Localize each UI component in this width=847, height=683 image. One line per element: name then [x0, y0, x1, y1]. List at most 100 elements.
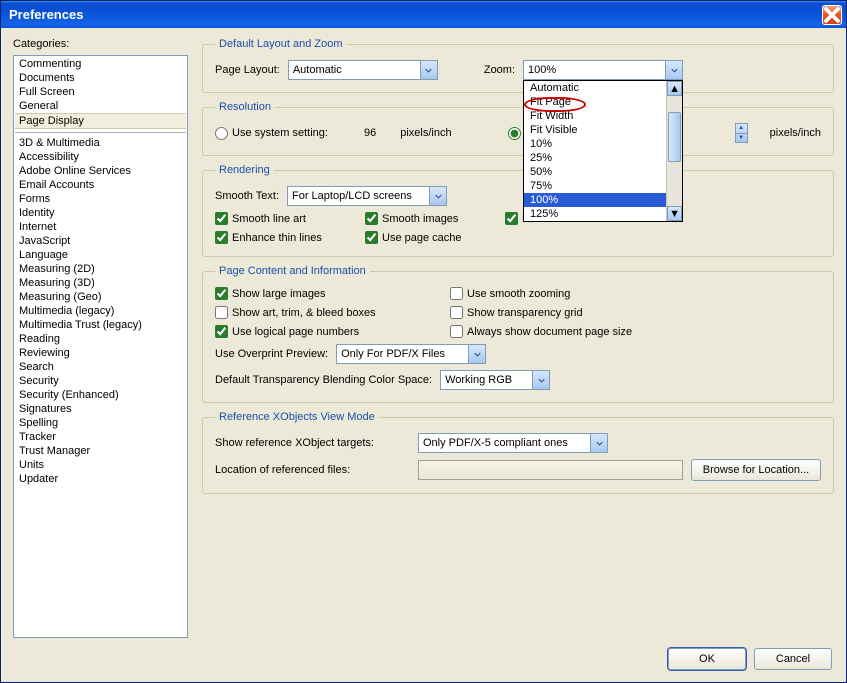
zoom-option[interactable]: Fit Page	[524, 95, 666, 109]
category-item[interactable]: Multimedia (legacy)	[15, 304, 186, 318]
category-item[interactable]: Accessibility	[15, 150, 186, 164]
blend-space-label: Default Transparency Blending Color Spac…	[215, 374, 432, 386]
category-item[interactable]: Full Screen	[15, 85, 186, 99]
xobject-targets-combo[interactable]: Only PDF/X-5 compliant ones	[418, 433, 608, 453]
smooth-zooming-check[interactable]: Use smooth zooming	[450, 287, 570, 300]
smooth-images-check[interactable]: Smooth images	[365, 212, 505, 225]
categories-label: Categories:	[13, 38, 188, 50]
page-content-legend: Page Content and Information	[215, 265, 370, 277]
show-art-boxes-check[interactable]: Show art, trim, & bleed boxes	[215, 306, 450, 319]
cancel-button[interactable]: Cancel	[754, 648, 832, 670]
category-item[interactable]: Identity	[15, 206, 186, 220]
logical-page-numbers-check[interactable]: Use logical page numbers	[215, 325, 450, 338]
category-item[interactable]: Search	[15, 360, 186, 374]
xobject-targets-label: Show reference XObject targets:	[215, 437, 410, 449]
page-content-group: Page Content and Information Show large …	[202, 265, 834, 403]
zoom-option[interactable]: 100%	[524, 193, 666, 207]
category-item[interactable]: Adobe Online Services	[15, 164, 186, 178]
zoom-option[interactable]: Automatic	[524, 81, 666, 95]
zoom-dropdown[interactable]: AutomaticFit PageFit WidthFit Visible10%…	[523, 80, 683, 222]
transparency-grid-check[interactable]: Show transparency grid	[450, 306, 583, 319]
category-item[interactable]: Language	[15, 248, 186, 262]
category-item[interactable]: Spelling	[15, 416, 186, 430]
zoom-option[interactable]: Fit Width	[524, 109, 666, 123]
page-layout-combo[interactable]: Automatic	[288, 60, 438, 80]
chevron-down-icon	[468, 345, 485, 363]
categories-panel: Categories: CommentingDocumentsFull Scre…	[13, 38, 188, 638]
system-dpi-unit: pixels/inch	[400, 127, 451, 139]
enhance-thin-lines-check[interactable]: Enhance thin lines	[215, 231, 365, 244]
category-item[interactable]: Forms	[15, 192, 186, 206]
category-item[interactable]: Reading	[15, 332, 186, 346]
zoom-label: Zoom:	[484, 64, 515, 76]
category-item[interactable]: Page Display	[15, 113, 186, 129]
category-item[interactable]: Measuring (2D)	[15, 262, 186, 276]
referenced-files-label: Location of referenced files:	[215, 464, 410, 476]
show-large-images-check[interactable]: Show large images	[215, 287, 450, 300]
zoom-option[interactable]: 25%	[524, 151, 666, 165]
category-item[interactable]: Trust Manager	[15, 444, 186, 458]
category-item[interactable]: Measuring (Geo)	[15, 290, 186, 304]
category-item[interactable]: Email Accounts	[15, 178, 186, 192]
category-item[interactable]: Measuring (3D)	[15, 276, 186, 290]
smooth-line-art-check[interactable]: Smooth line art	[215, 212, 365, 225]
rendering-legend: Rendering	[215, 164, 274, 176]
zoom-combo[interactable]: 100%	[523, 60, 683, 80]
chevron-down-icon	[665, 61, 682, 79]
browse-location-button[interactable]: Browse for Location...	[691, 459, 821, 481]
categories-list[interactable]: CommentingDocumentsFull ScreenGeneralPag…	[13, 55, 188, 638]
use-system-radio[interactable]: Use system setting:	[215, 127, 328, 140]
category-item[interactable]: Security (Enhanced)	[15, 388, 186, 402]
page-layout-label: Page Layout:	[215, 64, 280, 76]
overprint-combo[interactable]: Only For PDF/X Files	[336, 344, 486, 364]
category-divider	[15, 132, 186, 133]
zoom-option[interactable]: 10%	[524, 137, 666, 151]
ok-button[interactable]: OK	[668, 648, 746, 670]
resolution-group: Resolution Use system setting: 96 pixels…	[202, 101, 834, 156]
custom-dpi-spinner[interactable]: ▲▼	[735, 123, 748, 143]
category-item[interactable]: JavaScript	[15, 234, 186, 248]
smooth-text-label: Smooth Text:	[215, 190, 279, 202]
category-item[interactable]: Tracker	[15, 430, 186, 444]
dropdown-scrollbar[interactable]: ▲ ▼	[666, 81, 682, 221]
referenced-files-path	[418, 460, 683, 480]
xobjects-legend: Reference XObjects View Mode	[215, 411, 379, 423]
category-item[interactable]: Reviewing	[15, 346, 186, 360]
category-item[interactable]: Units	[15, 458, 186, 472]
category-item[interactable]: Documents	[15, 71, 186, 85]
chevron-down-icon	[420, 61, 437, 79]
category-item[interactable]: General	[15, 99, 186, 113]
preferences-window: Preferences Categories: CommentingDocume…	[0, 0, 847, 683]
system-dpi-value: 96	[364, 127, 376, 139]
window-title: Preferences	[9, 7, 822, 22]
category-item[interactable]: Internet	[15, 220, 186, 234]
chevron-down-icon	[429, 187, 446, 205]
zoom-option[interactable]: 125%	[524, 207, 666, 221]
category-item[interactable]: Multimedia Trust (legacy)	[15, 318, 186, 332]
layout-zoom-legend: Default Layout and Zoom	[215, 38, 347, 50]
zoom-option[interactable]: 50%	[524, 165, 666, 179]
category-item[interactable]: Security	[15, 374, 186, 388]
titlebar: Preferences	[1, 1, 846, 28]
dialog-footer: OK Cancel	[1, 638, 846, 682]
custom-dpi-unit: pixels/inch	[770, 127, 821, 139]
layout-zoom-group: Default Layout and Zoom Page Layout: Aut…	[202, 38, 834, 93]
rendering-group: Rendering Smooth Text: For Laptop/LCD sc…	[202, 164, 834, 257]
overprint-label: Use Overprint Preview:	[215, 348, 328, 360]
zoom-option[interactable]: Fit Visible	[524, 123, 666, 137]
category-item[interactable]: Updater	[15, 472, 186, 486]
use-page-cache-check[interactable]: Use page cache	[365, 231, 462, 244]
smooth-text-combo[interactable]: For Laptop/LCD screens	[287, 186, 447, 206]
category-item[interactable]: 3D & Multimedia	[15, 136, 186, 150]
chevron-down-icon	[532, 371, 549, 389]
blend-space-combo[interactable]: Working RGB	[440, 370, 550, 390]
category-item[interactable]: Signatures	[15, 402, 186, 416]
xobjects-group: Reference XObjects View Mode Show refere…	[202, 411, 834, 494]
settings-panel: Default Layout and Zoom Page Layout: Aut…	[202, 38, 834, 638]
close-button[interactable]	[822, 5, 842, 25]
chevron-down-icon	[590, 434, 607, 452]
resolution-legend: Resolution	[215, 101, 275, 113]
zoom-option[interactable]: 75%	[524, 179, 666, 193]
category-item[interactable]: Commenting	[15, 57, 186, 71]
always-show-size-check[interactable]: Always show document page size	[450, 325, 632, 338]
